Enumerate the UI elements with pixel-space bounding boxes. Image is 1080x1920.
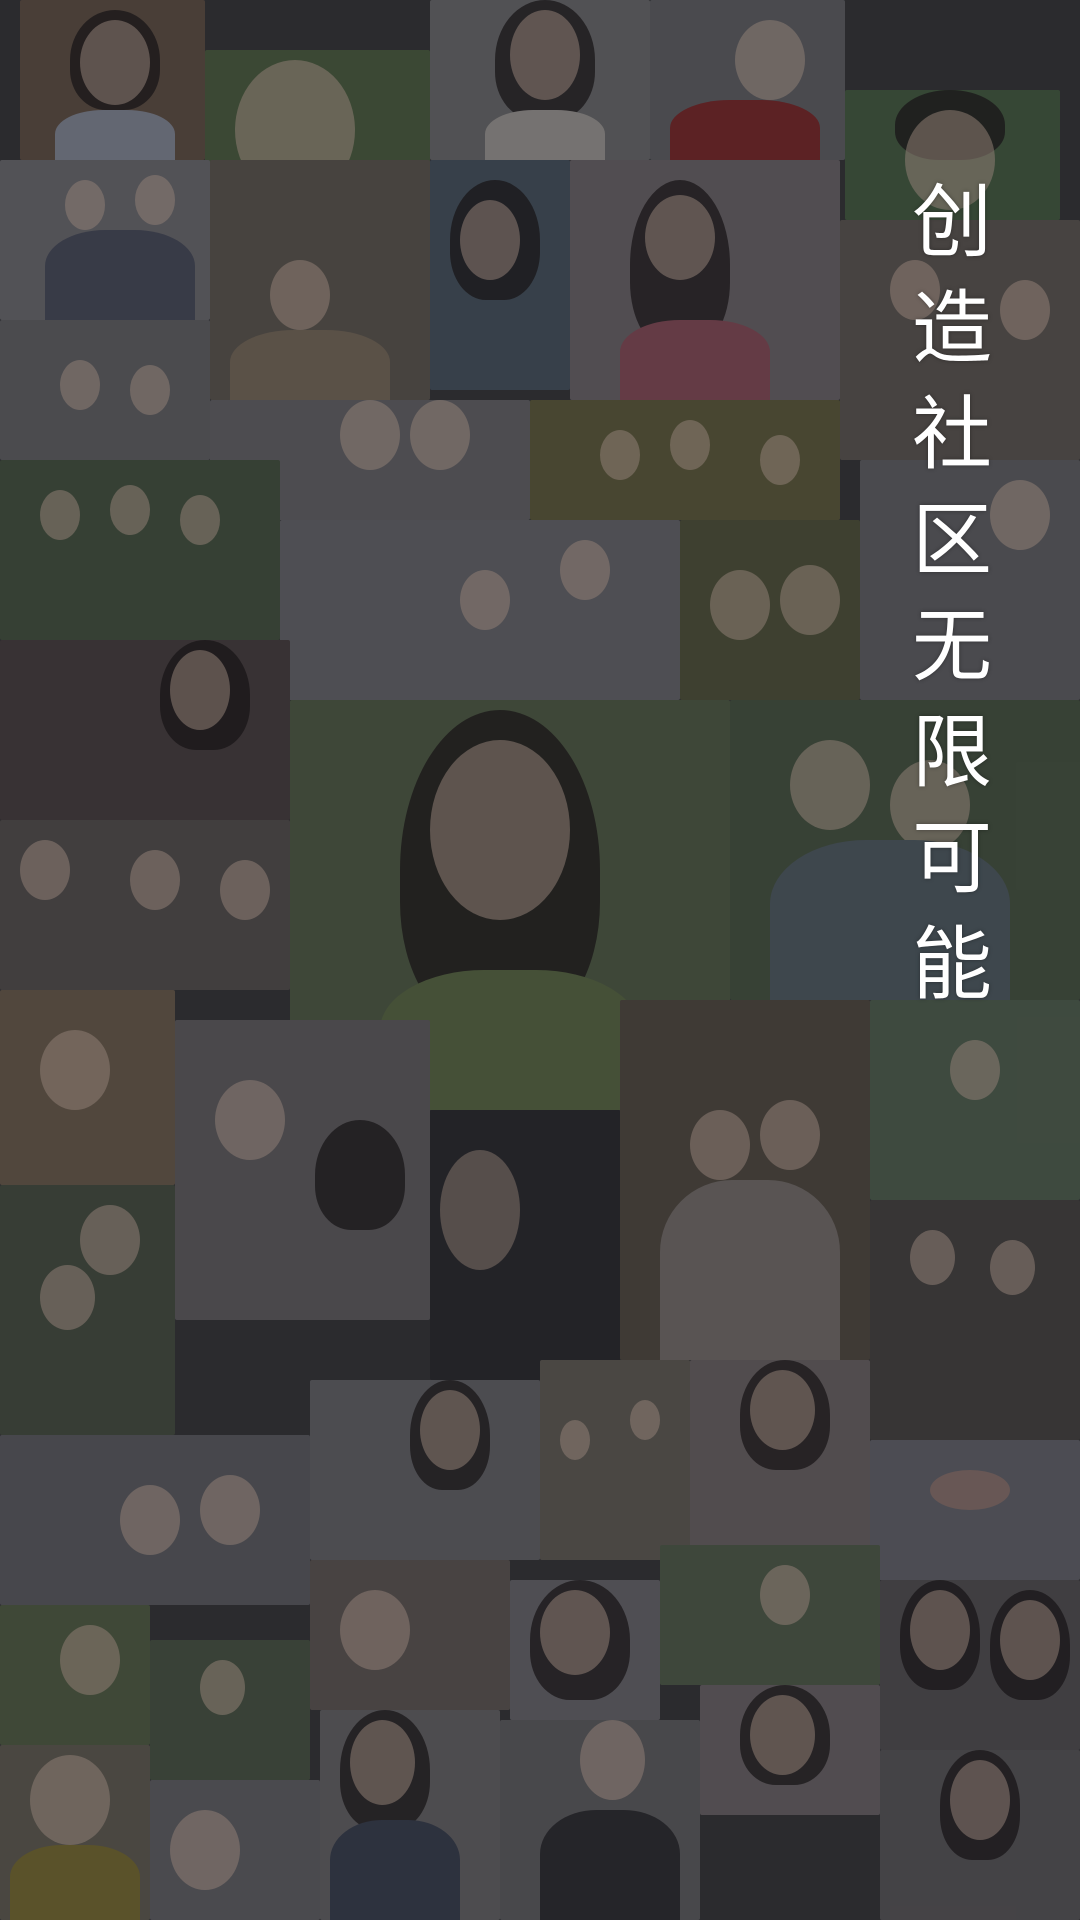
- slogan-char: 社: [912, 388, 992, 481]
- photo-tile: [150, 1640, 310, 1780]
- slogan-char: 能: [912, 918, 992, 1011]
- photo-tile: [0, 640, 290, 820]
- photo-tile: [870, 1000, 1080, 1200]
- photo-tile: [870, 1200, 1080, 1440]
- slogan-char: 创: [912, 176, 992, 269]
- photo-tile: [0, 1185, 175, 1435]
- photo-tile: [150, 1780, 320, 1920]
- photo-tile: [0, 160, 210, 320]
- splash-screen: 创 造 社 区 无 限 可 能: [0, 0, 1080, 1920]
- photo-tile: [280, 520, 680, 700]
- photo-tile: [540, 1360, 690, 1560]
- photo-tile: [620, 1000, 870, 1360]
- photo-tile: [430, 160, 570, 390]
- photo-tile: [310, 1560, 510, 1710]
- photo-tile: [0, 1745, 150, 1920]
- photo-tile: [0, 1605, 150, 1745]
- slogan-char: 区: [912, 494, 992, 587]
- photo-tile: [880, 1750, 1080, 1920]
- photo-tile: [430, 0, 650, 160]
- photo-tile: [510, 1580, 660, 1720]
- photo-tile: [0, 320, 210, 460]
- photo-tile: [500, 1720, 700, 1920]
- photo-tile: [0, 990, 175, 1185]
- photo-tile: [690, 1360, 870, 1560]
- photo-tile: [870, 1440, 1080, 1580]
- photo-tile: [0, 1435, 310, 1605]
- photo-tile: [20, 0, 205, 160]
- photo-tile: [0, 820, 290, 990]
- photo-tile: [310, 1380, 540, 1560]
- photo-tile: [175, 1020, 430, 1320]
- photo-tile: [0, 460, 280, 640]
- photo-tile: [730, 700, 1080, 1000]
- photo-tile: [650, 0, 845, 160]
- photo-tile: [530, 400, 840, 520]
- splash-slogan: 创 造 社 区 无 限 可 能: [912, 170, 992, 1018]
- photo-tile: [210, 160, 430, 400]
- photo-tile: [320, 1710, 500, 1920]
- photo-tile: [700, 1685, 880, 1815]
- slogan-char: 限: [912, 706, 992, 799]
- photo-tile: [660, 1545, 880, 1685]
- photo-tile: [680, 520, 860, 700]
- slogan-char: 可: [912, 812, 992, 905]
- slogan-char: 无: [912, 600, 992, 693]
- slogan-char: 造: [912, 282, 992, 375]
- photo-tile: [880, 1580, 1080, 1750]
- photo-tile: [430, 1110, 620, 1380]
- photo-tile: [570, 160, 840, 400]
